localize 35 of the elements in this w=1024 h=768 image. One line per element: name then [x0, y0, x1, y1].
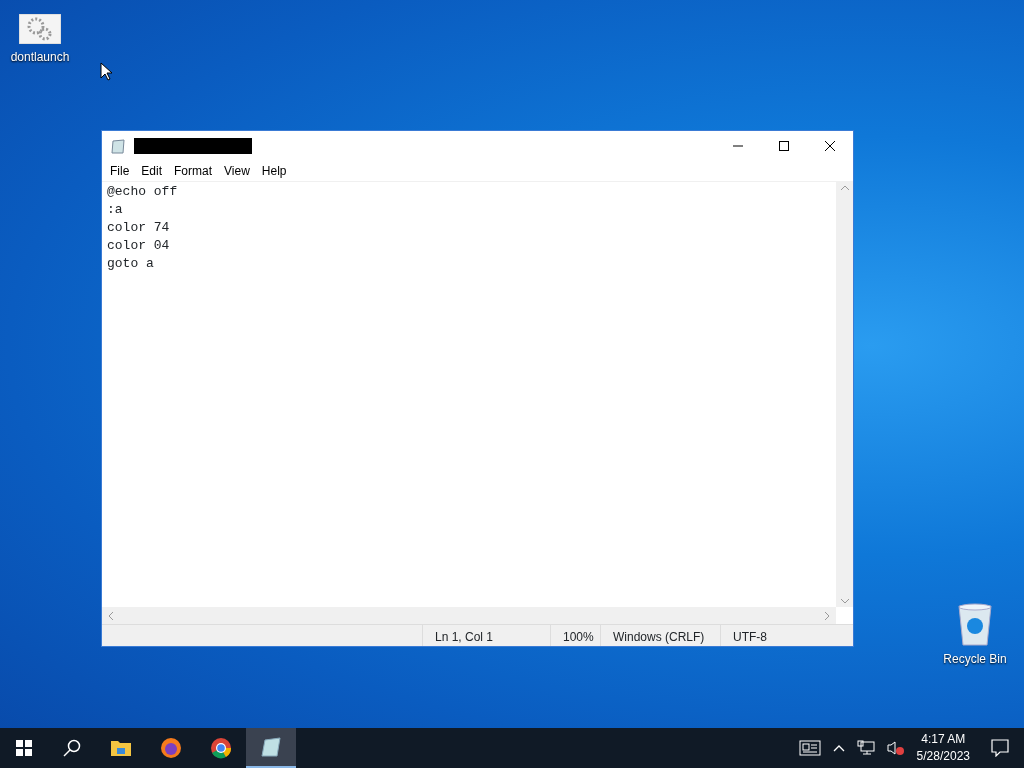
chevron-up-icon[interactable]: [832, 744, 845, 752]
menu-item[interactable]: File: [104, 162, 136, 180]
chrome-icon: [210, 737, 232, 759]
notepad-icon: [260, 736, 282, 758]
text-editor[interactable]: @echo off :a color 74 color 04 goto a: [102, 182, 836, 607]
menu-item[interactable]: Edit: [135, 162, 169, 180]
muted-speaker-icon[interactable]: [886, 740, 905, 756]
status-text: 100%: [550, 625, 600, 646]
network-icon[interactable]: [856, 740, 875, 756]
news-icon[interactable]: [798, 740, 821, 756]
text-line: goto a: [107, 255, 155, 273]
maximize-icon: [779, 141, 789, 151]
text-line: :a: [107, 201, 124, 219]
notepad-icon: [110, 138, 126, 154]
status-text: Ln 1, Col 1: [422, 625, 550, 646]
clock-date[interactable]: 5/28/2023: [916, 748, 970, 765]
menu-item[interactable]: Format: [168, 162, 219, 180]
status-text: UTF-8: [720, 625, 830, 646]
text-line: color 74: [107, 219, 171, 237]
recycle-bin-icon[interactable]: [955, 602, 995, 646]
mouse-pointer-icon: [100, 62, 112, 81]
icon-label: Recycle Bin: [943, 651, 1007, 668]
menu-item[interactable]: View: [218, 162, 256, 180]
text-line: @echo off: [107, 183, 179, 201]
gears-icon[interactable]: [19, 14, 61, 44]
clock-time[interactable]: 4:17 AM: [916, 731, 970, 748]
text-line: color 04: [107, 237, 171, 255]
status-text: Windows (CRLF): [600, 625, 720, 646]
windows-logo-icon: [16, 740, 32, 756]
chat-bubble-icon: [991, 739, 1009, 757]
menu-item[interactable]: Help: [255, 162, 293, 180]
icon-label: dontlaunch: [10, 49, 70, 66]
search-icon: [63, 739, 81, 757]
close-icon: [825, 141, 835, 151]
taskbar-app-button[interactable]: [246, 728, 296, 768]
